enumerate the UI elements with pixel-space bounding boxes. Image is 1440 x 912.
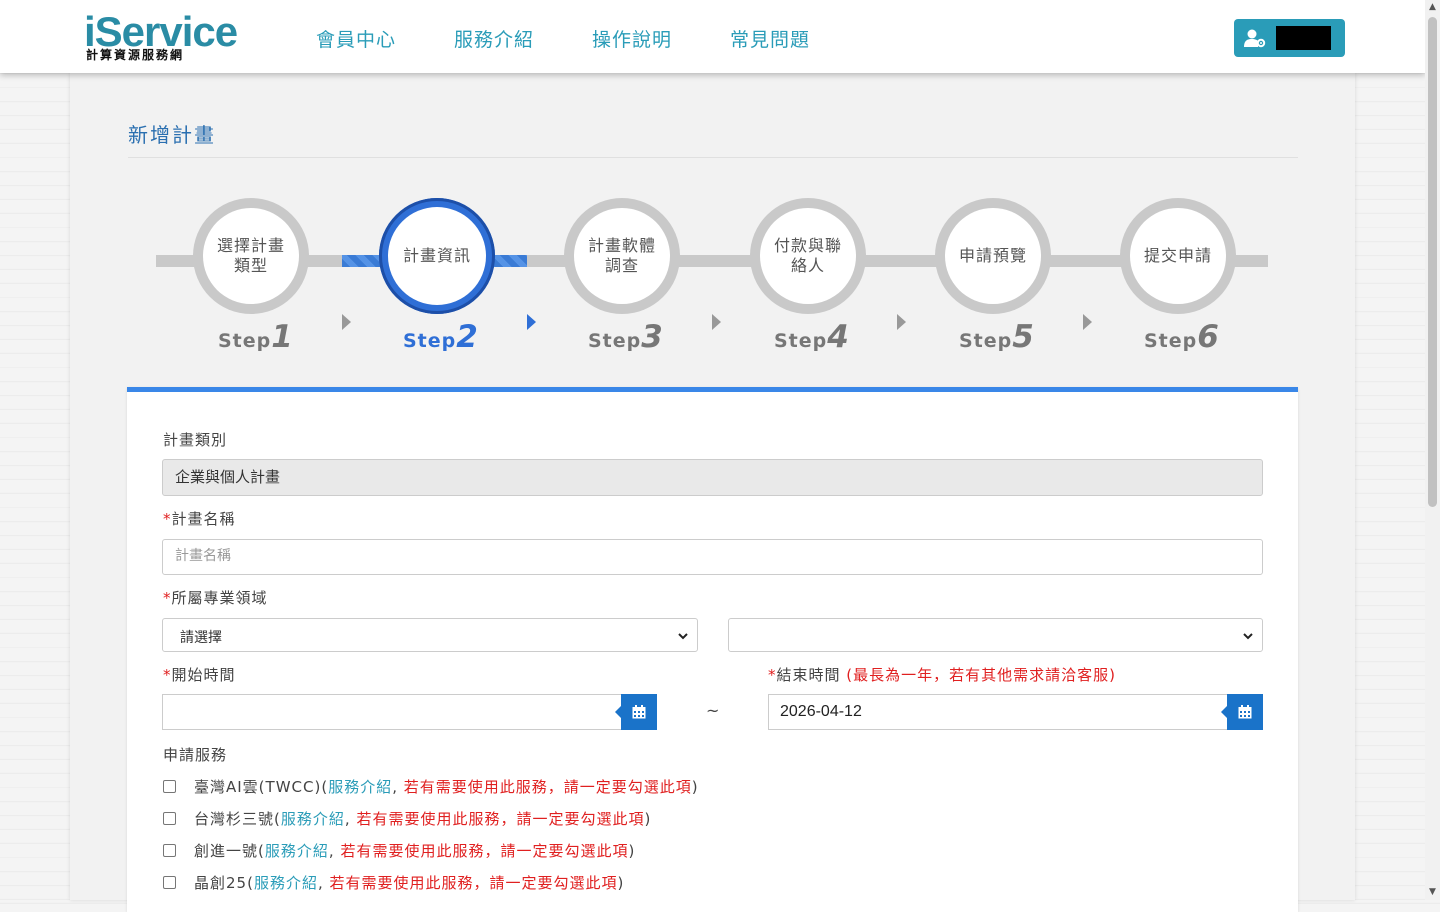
- step-6-circle[interactable]: 提交申請: [1120, 198, 1236, 314]
- chevron-down-icon: [1242, 628, 1254, 647]
- step-3-label: 計畫軟體調查: [587, 236, 656, 275]
- domain-label: *所屬專業領域: [163, 589, 268, 607]
- step-arrow-icon: [527, 314, 536, 330]
- step-4-label: 付款與聯絡人: [773, 236, 842, 275]
- main-nav: 會員中心 服務介紹 操作說明 常見問題: [316, 27, 868, 53]
- step-2-number: Step2: [403, 319, 479, 355]
- step-5-number: Step5: [959, 319, 1035, 355]
- step-5-circle[interactable]: 申請預覽: [935, 198, 1051, 314]
- service-intro-link[interactable]: 服務介紹: [281, 810, 345, 828]
- calendar-icon: [1238, 705, 1252, 719]
- plan-name-input[interactable]: 計畫名稱: [162, 539, 1263, 575]
- step-5-label: 申請預覽: [958, 246, 1027, 265]
- service-row-forerunner1: 創進一號(服務介紹, 若有需要使用此服務，請一定要勾選此項): [163, 841, 635, 861]
- step-6-label: 提交申請: [1143, 246, 1212, 265]
- step-1-label: 選擇計畫類型: [216, 236, 285, 275]
- service-row-nano25: 晶創25(服務介紹, 若有需要使用此服務，請一定要勾選此項): [163, 873, 624, 893]
- domain-select[interactable]: 請選擇: [162, 618, 698, 652]
- step-1-circle[interactable]: 選擇計畫類型: [193, 198, 309, 314]
- scroll-thumb[interactable]: [1428, 17, 1437, 507]
- logo-subtitle: 計算資源服務網: [86, 48, 185, 62]
- start-date-input[interactable]: [162, 694, 621, 730]
- step-1-number: Step1: [218, 319, 294, 355]
- category-label: 計畫類別: [163, 431, 228, 449]
- step-arrow-icon: [342, 314, 351, 330]
- sub-domain-select[interactable]: [728, 618, 1263, 652]
- stepper-track: [156, 255, 1268, 267]
- nav-member-center[interactable]: 會員中心: [316, 27, 396, 53]
- start-date-picker: [162, 694, 657, 730]
- chevron-down-icon: [677, 628, 689, 647]
- scroll-up-arrow-icon[interactable]: ▲: [1425, 0, 1440, 15]
- plan-name-label: *計畫名稱: [163, 510, 236, 528]
- plan-info-form: 計畫類別 企業與個人計畫 *計畫名稱 計畫名稱 *所屬專業領域 請選擇 *開始時…: [127, 387, 1298, 912]
- end-date-picker: 2026-04-12: [768, 694, 1263, 730]
- nav-instructions[interactable]: 操作說明: [592, 27, 672, 53]
- date-range-separator: ~: [706, 701, 720, 720]
- step-4-number: Step4: [774, 319, 850, 355]
- step-arrow-icon: [897, 314, 906, 330]
- nav-service-intro[interactable]: 服務介紹: [454, 27, 534, 53]
- start-time-label: *開始時間: [163, 666, 236, 684]
- end-time-label: *結束時間 (最長為一年，若有其他需求請洽客服): [768, 666, 1117, 684]
- service-intro-link[interactable]: 服務介紹: [328, 778, 392, 796]
- service-checkbox-nano25[interactable]: [163, 876, 176, 889]
- page-scrollbar[interactable]: ▲ ▼: [1425, 0, 1440, 900]
- progress-stepper: 選擇計畫類型 計畫資訊 計畫軟體調查 付款與聯絡人 申請預覽 提交申請 Step…: [70, 73, 1355, 373]
- scroll-down-arrow-icon[interactable]: ▼: [1425, 885, 1440, 900]
- step-4-circle[interactable]: 付款與聯絡人: [750, 198, 866, 314]
- service-intro-link[interactable]: 服務介紹: [265, 842, 329, 860]
- service-row-twcc: 臺灣AI雲(TWCC)(服務介紹, 若有需要使用此服務，請一定要勾選此項): [163, 777, 699, 797]
- service-row-taiwania3: 台灣杉三號(服務介紹, 若有需要使用此服務，請一定要勾選此項): [163, 809, 651, 829]
- redacted-username: [1276, 26, 1331, 50]
- services-label: 申請服務: [163, 746, 228, 764]
- step-3-circle[interactable]: 計畫軟體調查: [564, 198, 680, 314]
- step-2-label: 計畫資訊: [402, 246, 471, 265]
- end-time-note: (最長為一年，若有其他需求請洽客服): [846, 666, 1117, 684]
- content-panel: 新增計畫 選擇計畫類型 計畫資訊 計畫軟體調查 付款與聯絡人 申請預覽 提交申請…: [70, 73, 1355, 912]
- user-settings-icon: [1244, 28, 1266, 52]
- iservice-logo[interactable]: iService 計算資源服務網: [84, 10, 254, 66]
- top-header: iService 計算資源服務網 會員中心 服務介紹 操作說明 常見問題: [0, 0, 1425, 73]
- service-intro-link[interactable]: 服務介紹: [254, 874, 318, 892]
- calendar-icon: [632, 705, 646, 719]
- step-arrow-icon: [1083, 314, 1092, 330]
- domain-select-value: 請選擇: [180, 630, 222, 646]
- service-checkbox-forerunner1[interactable]: [163, 844, 176, 857]
- category-field: 企業與個人計畫: [162, 459, 1263, 496]
- service-checkbox-twcc[interactable]: [163, 780, 176, 793]
- user-account-button[interactable]: [1234, 19, 1345, 57]
- end-date-input[interactable]: 2026-04-12: [768, 694, 1227, 730]
- nav-faq[interactable]: 常見問題: [730, 27, 810, 53]
- end-calendar-button[interactable]: [1221, 694, 1263, 730]
- step-2-circle[interactable]: 計畫資訊: [379, 198, 495, 314]
- step-3-number: Step3: [588, 319, 664, 355]
- start-calendar-button[interactable]: [615, 694, 657, 730]
- step-arrow-icon: [712, 314, 721, 330]
- service-checkbox-taiwania3[interactable]: [163, 812, 176, 825]
- step-6-number: Step6: [1144, 319, 1220, 355]
